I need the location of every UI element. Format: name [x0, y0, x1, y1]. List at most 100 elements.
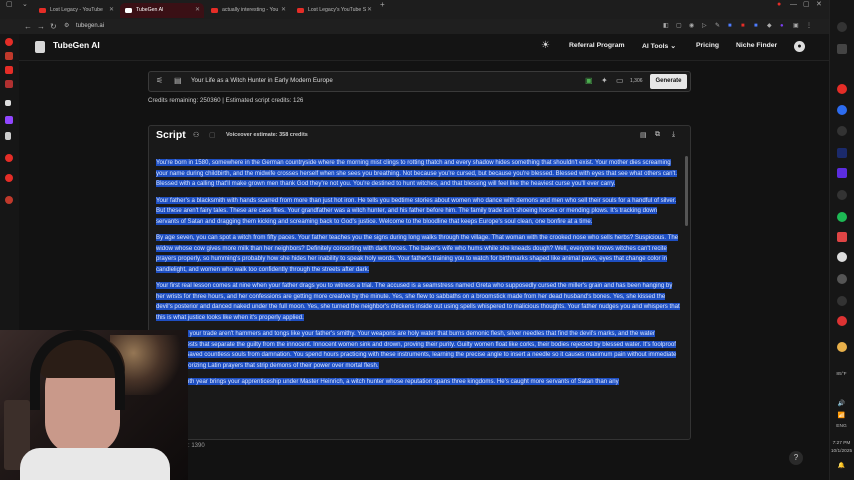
language-indicator[interactable]: ENG — [829, 424, 854, 429]
temperature: 85°F — [836, 372, 847, 377]
site-info-icon[interactable]: ⚙ — [64, 19, 69, 34]
script-paragraph: The tools of your trade aren't hammers a… — [156, 330, 677, 369]
twitch-icon[interactable] — [5, 116, 13, 124]
settings-sliders-icon[interactable]: ⚟ — [156, 76, 163, 85]
tab-search-icon[interactable]: ⌄ — [22, 0, 28, 12]
script-paragraph: You're born in 1580, somewhere in the Ge… — [156, 159, 678, 187]
volume-icon[interactable]: 🔊 — [829, 400, 854, 407]
weather-icon[interactable] — [837, 342, 847, 352]
checkbox-icon[interactable]: ▢ — [209, 131, 216, 139]
tab-lost-legacy[interactable]: Lost Legacy - YouTube ✕ — [34, 3, 118, 18]
streamer-shirt — [20, 448, 170, 480]
extension-icon[interactable]: ■ — [741, 19, 745, 34]
sidebar-app-icon[interactable] — [5, 100, 11, 106]
tab-label: Lost Legacy - YouTube — [50, 7, 103, 13]
tab-actions-icon[interactable]: ▢ — [6, 0, 13, 12]
document-icon[interactable]: ▤ — [640, 131, 647, 139]
reload-icon[interactable]: ↻ — [50, 19, 57, 34]
script-text[interactable]: You're born in 1580, somewhere in the Ge… — [156, 158, 680, 394]
tubegen-logo-icon[interactable] — [35, 41, 45, 53]
tab-label: Lost Legacy's YouTube S — [308, 7, 367, 13]
back-icon[interactable]: ← — [24, 19, 32, 34]
user-avatar-icon[interactable]: ● — [794, 41, 805, 52]
sidebar-app-icon[interactable] — [837, 274, 847, 284]
theme-toggle-icon[interactable]: ☀ — [541, 40, 550, 51]
generate-button[interactable]: Generate — [650, 74, 687, 89]
nav-referral-program[interactable]: Referral Program — [569, 42, 625, 49]
menu-icon[interactable]: ⋮ — [806, 19, 812, 34]
brand-name[interactable]: TubeGen AI — [53, 40, 100, 50]
sidebar-app-icon[interactable] — [837, 296, 847, 306]
profile-icon[interactable]: ● — [777, 0, 781, 12]
help-icon[interactable]: ? — [789, 451, 803, 465]
extension-icon[interactable]: ▣ — [793, 19, 799, 34]
template-icon[interactable]: ▤ — [174, 76, 182, 85]
nav-ai-tools-label: AI Tools — [642, 43, 669, 50]
clock-time[interactable]: 7:27 PM — [829, 441, 854, 446]
magic-wand-icon[interactable]: ✦ — [601, 76, 608, 85]
word-count-icon: ▭ — [616, 76, 624, 85]
extension-icon[interactable]: ✎ — [715, 19, 720, 34]
image-icon[interactable]: ▣ — [585, 76, 593, 85]
clock-date[interactable]: 10/1/2025 — [829, 449, 854, 454]
sidebar-app-icon[interactable] — [837, 44, 847, 54]
tab-actually-interesting[interactable]: actually interesting - You ✕ — [206, 3, 290, 18]
sidebar-app-icon[interactable] — [5, 66, 13, 74]
sidebar-app-icon[interactable] — [837, 316, 847, 326]
sidebar-app-icon[interactable] — [5, 196, 13, 204]
minimize-icon[interactable]: — — [790, 0, 797, 12]
nav-pricing[interactable]: Pricing — [696, 42, 719, 49]
sidebar-app-icon[interactable] — [837, 84, 847, 94]
sidebar-app-icon[interactable] — [837, 148, 847, 158]
script-title: Script — [156, 129, 186, 141]
tubegen-favicon-icon — [125, 8, 132, 13]
sidebar-app-icon[interactable] — [5, 80, 13, 88]
extension-icon[interactable]: ▢ — [676, 19, 682, 34]
tab-label: TubeGen AI — [136, 7, 164, 13]
tab-label: actually interesting - You — [222, 7, 279, 13]
extension-icon[interactable]: ● — [780, 19, 784, 34]
notification-icon[interactable]: 🔔 — [829, 462, 854, 469]
extension-icon[interactable]: ▷ — [702, 19, 707, 34]
nav-ai-tools[interactable]: AI Tools ⌄ — [642, 42, 676, 50]
extension-icon[interactable]: ◆ — [767, 19, 772, 34]
close-icon[interactable]: ✕ — [195, 3, 200, 18]
scrollbar[interactable] — [685, 156, 688, 226]
copy-icon[interactable]: ⧉ — [655, 131, 660, 139]
x-icon[interactable] — [5, 132, 11, 140]
tab-tubegen[interactable]: TubeGen AI ✕ — [120, 3, 204, 18]
extension-icon[interactable]: ■ — [754, 19, 758, 34]
sidebar-app-icon[interactable] — [837, 190, 847, 200]
script-word-count: : 1390 — [188, 443, 205, 449]
close-icon[interactable]: ✕ — [109, 3, 114, 18]
sidebar-app-icon[interactable] — [5, 154, 13, 162]
script-panel: Script ⚇ ▢ Voiceover estimate: 358 credi… — [148, 125, 691, 440]
sidebar-app-icon[interactable] — [5, 52, 13, 60]
sidebar-app-icon[interactable] — [837, 126, 847, 136]
sidebar-app-icon[interactable] — [837, 232, 847, 242]
tab-lost-legacy-studio[interactable]: Lost Legacy's YouTube S ✕ — [292, 3, 376, 18]
url-field[interactable]: tubegen.ai — [76, 20, 656, 32]
sidebar-app-icon[interactable] — [5, 38, 13, 46]
sidebar-app-icon[interactable] — [837, 168, 847, 178]
search-icon[interactable] — [837, 22, 847, 32]
extension-icon[interactable]: ◧ — [663, 19, 669, 34]
webcam-overlay — [0, 330, 188, 480]
forward-icon[interactable]: → — [37, 19, 45, 34]
sidebar-app-icon[interactable] — [5, 174, 13, 182]
nav-niche-finder[interactable]: Niche Finder — [736, 42, 777, 49]
sidebar-app-icon[interactable] — [837, 105, 847, 115]
close-icon[interactable]: ✕ — [281, 3, 286, 18]
window-close-icon[interactable]: ✕ — [816, 0, 822, 12]
network-icon[interactable]: 📶 — [829, 412, 854, 419]
extension-icon[interactable]: ■ — [728, 19, 732, 34]
download-icon[interactable]: ⤓ — [672, 131, 675, 139]
new-tab-icon[interactable]: + — [380, 0, 385, 12]
sidebar-app-icon[interactable] — [837, 252, 847, 262]
prompt-input[interactable]: Your Life as a Witch Hunter in Early Mod… — [191, 77, 333, 84]
maximize-icon[interactable]: ▢ — [803, 0, 810, 12]
spotify-icon[interactable] — [837, 212, 847, 222]
extension-icon[interactable]: ◉ — [689, 19, 694, 34]
close-icon[interactable]: ✕ — [367, 3, 372, 18]
voice-settings-icon[interactable]: ⚇ — [193, 131, 199, 139]
